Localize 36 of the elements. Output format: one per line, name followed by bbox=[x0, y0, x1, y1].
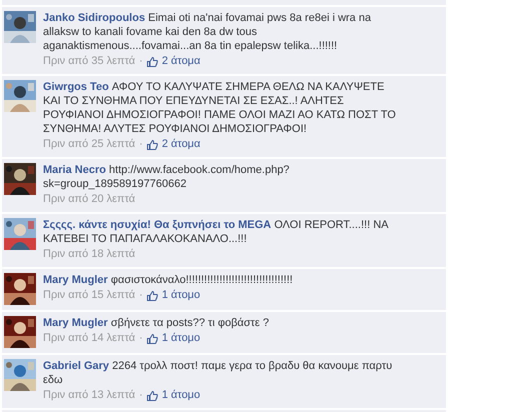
separator: · bbox=[139, 137, 143, 152]
separator: · bbox=[139, 54, 143, 69]
comment-text: Mary Mugler φασιστοκάναλο!!!!!!!!!!!!!!!!!!!!!!!!!!!!!!!!!!! bbox=[43, 273, 294, 287]
author-link[interactable]: Mary Mugler bbox=[43, 274, 108, 286]
timestamp: Πριν από 15 λεπτά bbox=[43, 288, 136, 303]
author-link[interactable]: Giwrgos Teo bbox=[43, 81, 109, 93]
timestamp: Πριν από 25 λεπτά bbox=[43, 137, 136, 152]
author-link[interactable]: Σςςςς. κάντε ησυχία! Θα ξυπνήσει το MEGA bbox=[43, 219, 272, 231]
comment-text: Janko Sidiropoulos Eimai oti na'nai fovamai pws 8a re8ei i wra na allaksw to kanali fovame kai den 8a dw tous aganaktismenous....fovamai...an 8a tin epalepsw telika...!!!!!! bbox=[43, 11, 372, 53]
comment-text: Σςςςς. κάντε ησυχία! Θα ξυπνήσει το MEGA ΟΛΟΙ REPORT....!!! ΝΑ ΚΑΤΕΒΕΙ ΤΟ ΠΑΠΑΓΑΛΑΚΟΚΑΝΑΛΟ...!!! bbox=[43, 218, 390, 246]
thumbs-up-icon bbox=[146, 390, 158, 400]
likes-link[interactable]: 2 άτομα bbox=[162, 137, 200, 152]
likes-link[interactable]: 2 άτομα bbox=[162, 54, 200, 69]
timestamp: Πριν από 20 λεπτά bbox=[43, 192, 136, 207]
timestamp: Πριν από 13 λεπτά bbox=[43, 388, 136, 403]
separator: · bbox=[139, 388, 143, 403]
thumbs-up-icon bbox=[146, 334, 158, 344]
author-link[interactable]: Maria Necro bbox=[43, 164, 106, 176]
thumbs-up-icon bbox=[146, 290, 158, 300]
comment-text: Giwrgos Teo ΑΦΟΥ ΤΟ ΚΑΛΥΨΑΤΕ ΣΗΜΕΡΑ ΘΕΛΩ ΝΑ ΚΑΛΥΨΕΤΕ ΚΑΙ ΤΟ ΣΥΝΘΗΜΑ ΠΟΥ ΕΠΕΥΔΥΝΕΤΑΙ ΣΕ ΕΣΑΣ..! ΑΛΗΤΕΣ ΡΟΥΦΙΑΝΟΙ ΔΗΜΟΣΙΟΓΡΑΦΟΙ! ΠΑΜΕ ΟΛΟΙ ΜΑΖΙ ΑΟ ΚΑΤΩ ΠΟΣΤ ΤΟ ΣΥΝΘΗΜΑ! ΑΛΥΤΕΣ ΡΟΥΦΙΑΝΟΙ ΔΗΜΟΣΙΟΓΡΑΦΟΙ! bbox=[43, 80, 396, 136]
likes-link[interactable]: 1 άτομο bbox=[162, 288, 200, 303]
separator: · bbox=[139, 288, 143, 303]
comment-text: Mary Mugler σβήνετε τα posts?? τι φοβάστε ? bbox=[43, 316, 270, 330]
comment-text: Gabriel Gary 2264 τρολλ ποστ! παμε γερα το βραδυ θα κανουμε παρτυ εδω bbox=[43, 359, 394, 387]
timestamp: Πριν από 14 λεπτά bbox=[43, 331, 136, 346]
thumbs-up-icon bbox=[146, 56, 158, 66]
separator: · bbox=[139, 331, 143, 346]
author-link[interactable]: Janko Sidiropoulos bbox=[43, 12, 146, 24]
thumbs-up-icon bbox=[146, 140, 158, 150]
likes-link[interactable]: 1 άτομο bbox=[162, 331, 200, 346]
comment-text: Maria Necro http://www.facebook.com/home.php?sk=group_189589197760662 bbox=[43, 163, 290, 191]
timestamp: Πριν από 18 λεπτά bbox=[43, 247, 136, 262]
likes-link[interactable]: 1 άτομο bbox=[162, 388, 200, 403]
author-link[interactable]: Gabriel Gary bbox=[43, 360, 110, 372]
author-link[interactable]: Mary Mugler bbox=[43, 317, 108, 329]
timestamp: Πριν από 35 λεπτά bbox=[43, 54, 136, 69]
